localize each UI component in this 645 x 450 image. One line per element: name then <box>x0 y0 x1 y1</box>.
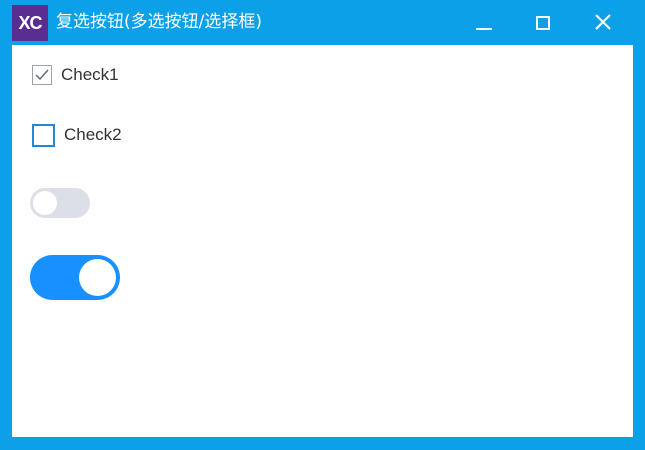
toggle-switch-on[interactable] <box>30 255 120 300</box>
title-bar[interactable]: XC 复选按钮(多选按钮/选择框) <box>0 0 645 45</box>
app-window: XC 复选按钮(多选按钮/选择框) Check1 Check2 <box>0 0 645 450</box>
toggle-switch-off[interactable] <box>30 188 90 218</box>
checkbox-label: Check2 <box>64 125 122 144</box>
maximize-icon <box>536 16 550 30</box>
checkbox-check2[interactable]: Check2 <box>32 123 122 147</box>
toggle-knob <box>33 191 57 215</box>
minimize-icon <box>476 28 492 30</box>
checkbox-label: Check1 <box>61 65 119 84</box>
toggle-knob <box>79 259 116 296</box>
maximize-button[interactable] <box>518 0 568 45</box>
checkbox-box-checked[interactable] <box>32 65 52 85</box>
app-logo: XC <box>12 5 48 41</box>
checkbox-box-unchecked[interactable] <box>32 123 55 147</box>
window-title: 复选按钮(多选按钮/选择框) <box>56 12 262 32</box>
checkbox-check1[interactable]: Check1 <box>32 63 119 87</box>
minimize-button[interactable] <box>459 0 509 45</box>
checkmark-icon <box>35 69 49 81</box>
close-button[interactable] <box>578 0 628 45</box>
client-area: Check1 Check2 <box>12 45 633 437</box>
close-icon <box>595 14 611 30</box>
